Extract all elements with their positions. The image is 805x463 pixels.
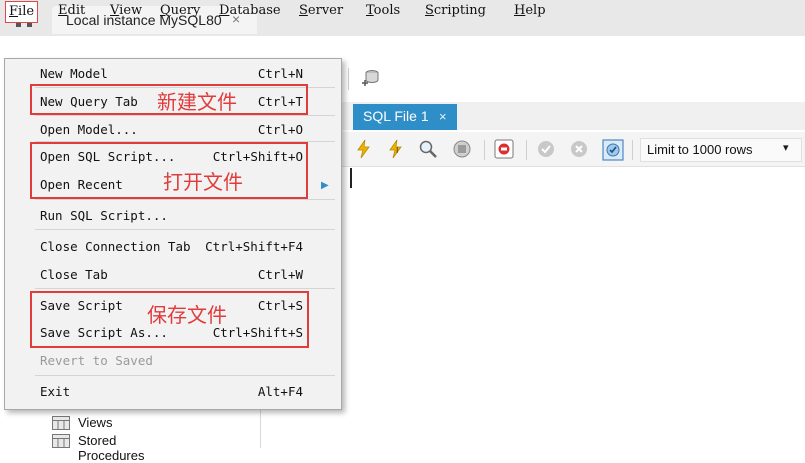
- text-cursor: [350, 168, 352, 188]
- menu-database[interactable]: Database: [219, 3, 281, 18]
- chevron-down-icon: ▾: [783, 142, 789, 154]
- annotation-open-file: 打开文件: [163, 170, 243, 194]
- menu-item-close-tab[interactable]: Close Tab Ctrl+W: [5, 264, 341, 286]
- menu-separator: [35, 229, 335, 230]
- menu-separator: [35, 199, 335, 200]
- stored-procedures-icon: [52, 434, 70, 448]
- menu-edit[interactable]: Edit: [58, 3, 85, 18]
- menu-separator: [35, 375, 335, 376]
- toolbar-separator: [632, 140, 633, 160]
- menu-file[interactable]: File: [5, 1, 39, 23]
- menu-bar: [0, 36, 805, 60]
- menu-item-new-model[interactable]: New Model Ctrl+N: [5, 63, 341, 85]
- menu-tools[interactable]: Tools: [366, 3, 400, 18]
- annotation-new-file: 新建文件: [157, 90, 237, 114]
- submenu-arrow-icon: ▶: [321, 180, 329, 191]
- stop-icon[interactable]: [452, 139, 472, 159]
- menu-item-open-model[interactable]: Open Model... Ctrl+O: [5, 119, 341, 141]
- explain-icon[interactable]: [418, 139, 438, 159]
- menu-item-exit[interactable]: Exit Alt+F4: [5, 381, 341, 403]
- menu-server[interactable]: Server: [299, 3, 343, 18]
- menu-query[interactable]: Query: [160, 3, 200, 18]
- menu-separator: [35, 115, 335, 116]
- tab-sql-file-1[interactable]: SQL File 1 ×: [353, 104, 457, 130]
- toolbar-separator: [484, 140, 485, 160]
- commit-icon[interactable]: [536, 139, 556, 159]
- close-icon[interactable]: ×: [439, 109, 447, 124]
- svg-text:I: I: [396, 146, 398, 155]
- menu-view[interactable]: View: [110, 3, 142, 18]
- toggle-error-icon[interactable]: [494, 139, 514, 159]
- annotation-save-file: 保存文件: [147, 303, 227, 327]
- menu-help[interactable]: Help: [514, 3, 546, 18]
- menu-item-run-sql-script[interactable]: Run SQL Script...: [5, 205, 341, 227]
- menu-item-close-connection-tab[interactable]: Close Connection Tab Ctrl+Shift+F4: [5, 236, 341, 258]
- limit-rows-value: Limit to 1000 rows: [647, 142, 753, 157]
- menu-separator: [35, 288, 335, 289]
- menu-item-revert-to-saved: Revert to Saved: [40, 353, 153, 368]
- toolbar-separator: [348, 68, 349, 90]
- views-icon: [52, 416, 70, 430]
- toolbar-separator: [526, 140, 527, 160]
- autocommit-icon[interactable]: [602, 139, 624, 161]
- menu-scripting[interactable]: Scripting: [425, 3, 486, 18]
- execute-icon[interactable]: [354, 139, 374, 159]
- execute-current-icon[interactable]: I: [386, 139, 406, 159]
- database-icon[interactable]: [360, 68, 382, 93]
- tab-label: SQL File 1: [363, 108, 429, 124]
- limit-rows-select[interactable]: Limit to 1000 rows ▾: [640, 138, 802, 162]
- rollback-icon[interactable]: [569, 139, 589, 159]
